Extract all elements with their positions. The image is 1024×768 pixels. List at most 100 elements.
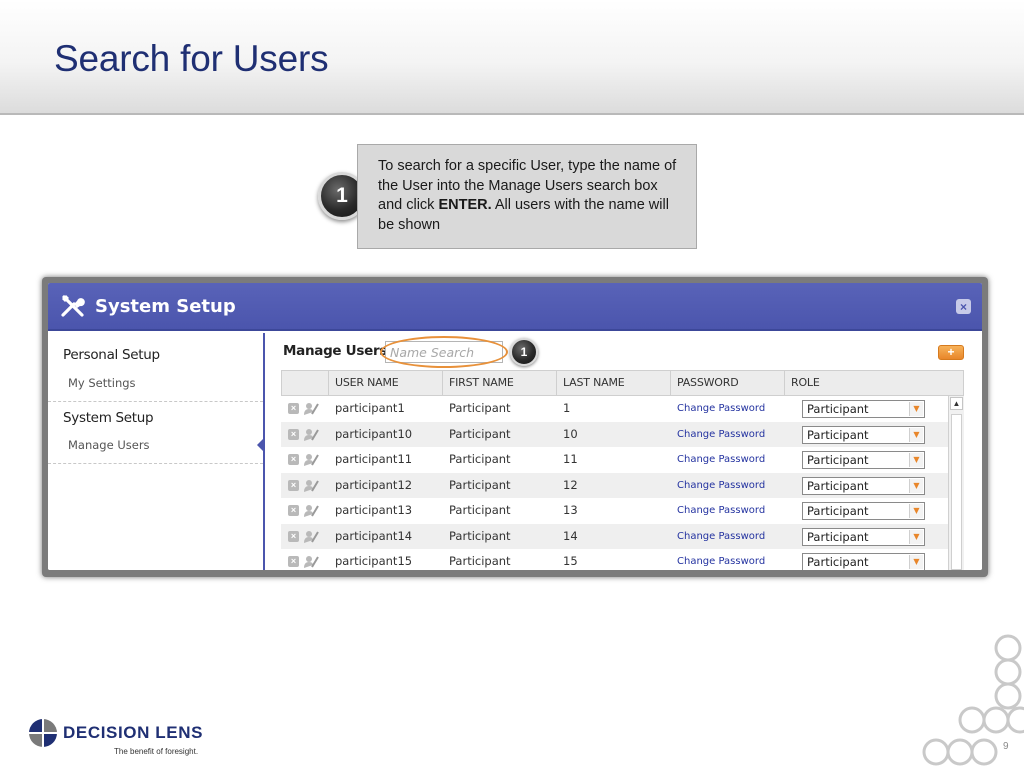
cell-last-name: 11 <box>563 452 578 466</box>
delete-icon[interactable]: × <box>288 556 299 567</box>
cell-username: participant13 <box>335 503 413 517</box>
page-number: 9 <box>1003 741 1009 752</box>
step-marker-badge: 1 <box>510 338 538 366</box>
callout-text-bold: ENTER. <box>438 197 492 213</box>
decision-lens-logo-icon <box>28 718 58 748</box>
edit-user-icon[interactable] <box>303 477 319 493</box>
cell-username: participant14 <box>335 528 413 543</box>
delete-icon[interactable]: × <box>288 479 299 491</box>
cell-username: participant15 <box>335 554 413 568</box>
delete-icon[interactable]: × <box>288 454 299 465</box>
company-logo-text: DECISION LENS <box>63 723 204 742</box>
users-table: USER NAME FIRST NAME LAST NAME PASSWORD … <box>281 370 964 570</box>
cell-first-name: Participant <box>449 554 511 568</box>
delete-icon[interactable]: × <box>288 428 299 440</box>
sidebar-item-my-settings[interactable]: My Settings <box>68 376 136 390</box>
change-password-link[interactable]: Change Password <box>677 422 765 447</box>
role-select-value: Participant <box>807 504 869 518</box>
sidebar-section-system-setup[interactable]: System Setup <box>63 410 154 426</box>
role-select[interactable]: Participant ▼ <box>802 502 925 520</box>
change-password-link[interactable]: Change Password <box>677 524 765 549</box>
change-password-link[interactable]: Change Password <box>677 473 765 498</box>
sidebar-divider <box>48 401 263 402</box>
role-select[interactable]: Participant ▼ <box>802 400 925 418</box>
table-row: × participant11 Participant 11 Change Pa… <box>281 447 948 473</box>
role-select-value: Participant <box>807 529 869 544</box>
table-row: × participant1 Participant 1 Change Pass… <box>281 396 948 422</box>
window-title: System Setup <box>95 296 236 317</box>
cell-first-name: Participant <box>449 528 511 543</box>
edit-user-icon[interactable] <box>303 528 319 544</box>
chevron-down-icon: ▼ <box>909 427 923 442</box>
edit-user-icon[interactable] <box>303 426 319 442</box>
table-row: × participant10 Participant 10 Change Pa… <box>281 421 948 447</box>
chevron-down-icon: ▼ <box>909 529 923 544</box>
edit-user-icon[interactable] <box>303 502 319 518</box>
cell-first-name: Participant <box>449 426 511 441</box>
chevron-down-icon: ▼ <box>909 555 923 569</box>
delete-icon[interactable]: × <box>288 403 299 414</box>
role-select[interactable]: Participant ▼ <box>802 476 925 495</box>
edit-user-icon[interactable] <box>303 451 319 467</box>
role-select[interactable]: Participant ▼ <box>802 553 925 570</box>
cell-username: participant10 <box>335 426 413 441</box>
cell-username: participant11 <box>335 452 413 466</box>
chevron-down-icon: ▼ <box>909 402 923 416</box>
role-select-value: Participant <box>807 402 869 416</box>
cell-username: participant12 <box>335 477 413 492</box>
column-header-username[interactable]: USER NAME <box>328 371 442 395</box>
table-row: × participant15 Participant 15 Change Pa… <box>281 549 948 570</box>
chevron-down-icon: ▼ <box>909 478 923 493</box>
role-select[interactable]: Participant ▼ <box>802 425 925 444</box>
table-scrollbar[interactable]: ▲ <box>948 396 964 570</box>
table-row: × participant13 Participant 13 Change Pa… <box>281 498 948 524</box>
column-header-last-name[interactable]: LAST NAME <box>556 371 670 395</box>
cell-first-name: Participant <box>449 477 511 492</box>
sidebar-divider <box>48 463 263 464</box>
change-password-link[interactable]: Change Password <box>677 447 765 472</box>
close-icon[interactable]: × <box>956 299 971 314</box>
delete-icon[interactable]: × <box>288 530 299 542</box>
column-header-role[interactable]: ROLE <box>784 371 948 395</box>
scroll-up-icon[interactable]: ▲ <box>950 397 963 410</box>
cell-last-name: 12 <box>563 477 578 492</box>
role-select[interactable]: Participant ▼ <box>802 527 925 546</box>
company-tagline: The benefit of foresight. <box>114 747 199 756</box>
cell-last-name: 10 <box>563 426 578 441</box>
table-row: × participant14 Participant 14 Change Pa… <box>281 523 948 549</box>
role-select[interactable]: Participant ▼ <box>802 451 925 469</box>
add-user-button[interactable]: + <box>938 345 964 360</box>
sidebar-item-manage-users[interactable]: Manage Users <box>68 438 150 452</box>
name-search-input[interactable] <box>385 341 503 363</box>
slide-title: Search for Users <box>54 38 329 79</box>
manage-users-label: Manage Users <box>283 343 388 359</box>
change-password-link[interactable]: Change Password <box>677 549 765 570</box>
table-body: × participant1 Participant 1 Change Pass… <box>281 396 948 570</box>
role-select-value: Participant <box>807 478 869 493</box>
scroll-thumb[interactable] <box>951 414 962 570</box>
cell-last-name: 1 <box>563 401 571 415</box>
cell-last-name: 15 <box>563 554 578 568</box>
role-select-value: Participant <box>807 453 869 467</box>
edit-user-icon[interactable] <box>303 553 319 569</box>
cell-username: participant1 <box>335 401 405 415</box>
sidebar-section-personal-setup[interactable]: Personal Setup <box>63 347 160 363</box>
role-select-value: Participant <box>807 427 869 442</box>
column-header-first-name[interactable]: FIRST NAME <box>442 371 556 395</box>
delete-icon[interactable]: × <box>288 505 299 516</box>
manage-users-panel: Manage Users 1 + USER NAME FIRST NAME LA… <box>267 333 982 570</box>
active-item-pointer <box>257 437 265 453</box>
cell-first-name: Participant <box>449 401 511 415</box>
edit-user-icon[interactable] <box>303 400 319 416</box>
tools-icon <box>61 295 85 317</box>
table-header: USER NAME FIRST NAME LAST NAME PASSWORD … <box>281 370 964 396</box>
system-setup-window: System Setup × Personal Setup My Setting… <box>48 283 982 570</box>
cell-first-name: Participant <box>449 503 511 517</box>
cell-first-name: Participant <box>449 452 511 466</box>
change-password-link[interactable]: Change Password <box>677 396 765 421</box>
change-password-link[interactable]: Change Password <box>677 498 765 523</box>
column-header-password[interactable]: PASSWORD <box>670 371 784 395</box>
chevron-down-icon: ▼ <box>909 453 923 467</box>
chevron-down-icon: ▼ <box>909 504 923 518</box>
sidebar: Personal Setup My Settings System Setup … <box>48 333 265 570</box>
